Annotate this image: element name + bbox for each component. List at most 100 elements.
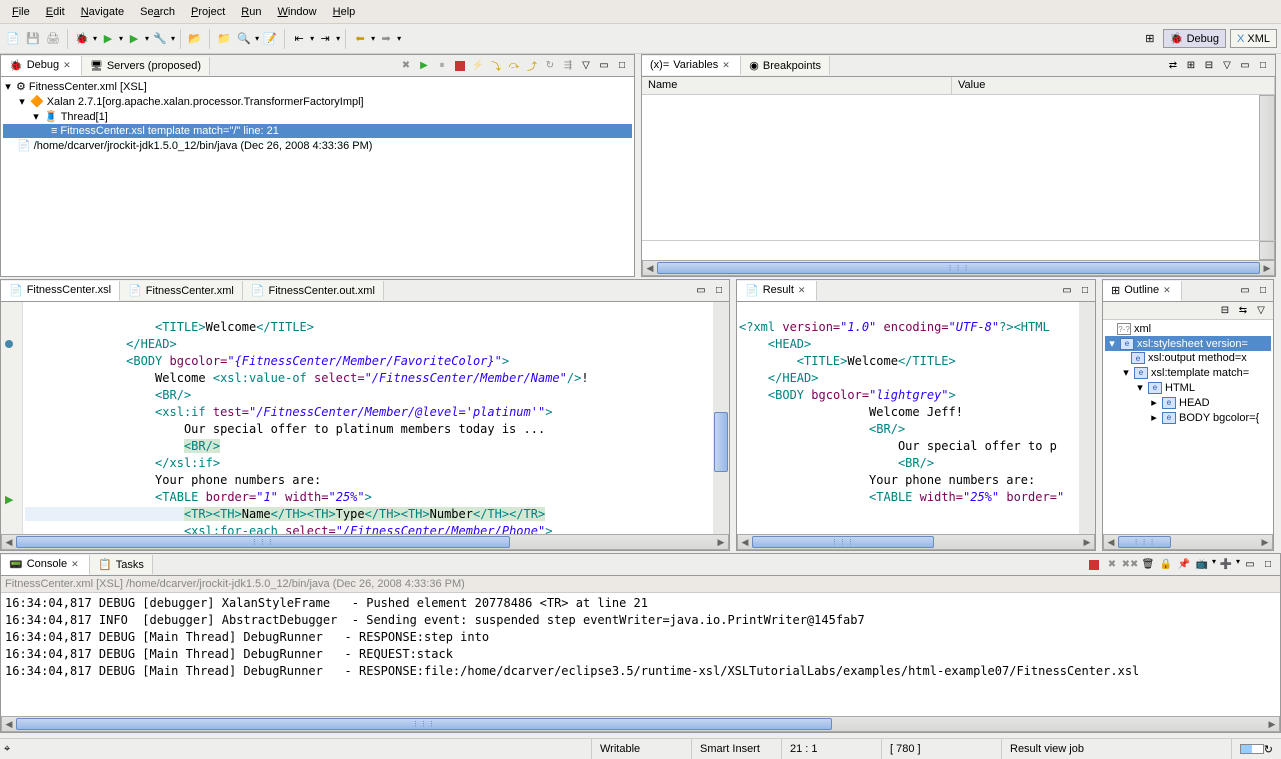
result-content[interactable]: <?xml version="1.0" encoding="UTF-8"?><H… bbox=[737, 302, 1095, 534]
menu-run[interactable]: Run bbox=[233, 2, 269, 22]
scrollbar-horizontal[interactable]: ◀⋮⋮⋮▶ bbox=[1, 534, 729, 550]
collapse-all-button[interactable]: ⊟ bbox=[1201, 58, 1217, 74]
nav-prev-button[interactable]: ⇤ bbox=[290, 30, 308, 48]
drop-frame-button[interactable]: ↻ bbox=[542, 58, 558, 74]
tab-tasks[interactable]: 📋 Tasks bbox=[90, 555, 153, 574]
nav-next-button[interactable]: ⇥ bbox=[316, 30, 334, 48]
scrollbar-vertical[interactable] bbox=[1259, 241, 1275, 260]
scrollbar-horizontal[interactable]: ◀⋮⋮⋮▶ bbox=[737, 534, 1095, 550]
scroll-lock-button[interactable]: 🔒 bbox=[1158, 557, 1174, 573]
resume-button[interactable]: ▶ bbox=[416, 58, 432, 74]
debug-launch-item[interactable]: ▾⚙ FitnessCenter.xml [XSL] bbox=[3, 79, 632, 94]
menu-search[interactable]: Search bbox=[132, 2, 183, 22]
remove-all-button[interactable]: ✖✖ bbox=[1122, 557, 1138, 573]
close-icon[interactable]: ✕ bbox=[63, 60, 73, 70]
remove-terminated-button[interactable]: ✖ bbox=[398, 58, 414, 74]
step-return-button[interactable]: ⤴ bbox=[524, 58, 540, 74]
remove-launch-button[interactable]: ✖ bbox=[1104, 557, 1120, 573]
perspective-debug[interactable]: Debug bbox=[1163, 29, 1226, 48]
close-icon[interactable]: ✕ bbox=[1163, 285, 1173, 295]
disconnect-button[interactable]: ⚡ bbox=[470, 58, 486, 74]
step-into-button[interactable]: ⤵ bbox=[488, 58, 504, 74]
print-button[interactable]: 🖨 bbox=[44, 30, 62, 48]
tab-fitnesscenter-out-xml[interactable]: 📄FitnessCenter.out.xml bbox=[243, 281, 384, 300]
tab-fitnesscenter-xml[interactable]: 📄FitnessCenter.xml bbox=[120, 281, 243, 300]
scrollbar-vertical[interactable] bbox=[1079, 302, 1095, 534]
run-button[interactable]: ▶ bbox=[99, 30, 117, 48]
outline-item-output[interactable]: e xsl:output method=x bbox=[1105, 351, 1271, 365]
close-icon[interactable]: ✕ bbox=[798, 285, 808, 295]
clear-console-button[interactable]: 🗑 bbox=[1140, 557, 1156, 573]
tab-fitnesscenter-xsl[interactable]: 📄FitnessCenter.xsl bbox=[1, 281, 120, 301]
scrollbar-horizontal[interactable]: ◀⋮⋮⋮▶ bbox=[642, 260, 1275, 276]
outline-item-html[interactable]: ▾e HTML bbox=[1105, 380, 1271, 395]
tab-result[interactable]: 📄Result ✕ bbox=[737, 281, 817, 301]
menu-help[interactable]: Help bbox=[325, 2, 364, 22]
outline-item-stylesheet[interactable]: ▾e xsl:stylesheet version= bbox=[1105, 336, 1271, 351]
view-menu-button[interactable]: ▽ bbox=[1219, 58, 1235, 74]
outline-link-button[interactable]: ⇆ bbox=[1235, 303, 1251, 319]
annotate-button[interactable]: 📝 bbox=[261, 30, 279, 48]
scrollbar-vertical[interactable] bbox=[1259, 95, 1275, 244]
code-editor[interactable]: ▶ <TITLE>Welcome</TITLE> </HEAD> <BODY b… bbox=[1, 302, 729, 534]
minimize-button[interactable]: ▭ bbox=[1059, 283, 1075, 299]
menu-window[interactable]: Window bbox=[269, 2, 324, 22]
maximize-button[interactable]: □ bbox=[1255, 58, 1271, 74]
debug-frame-item[interactable]: ≡ FitnessCenter.xsl template match="/" l… bbox=[3, 124, 632, 138]
outline-item-body[interactable]: ▸e BODY bgcolor={ bbox=[1105, 410, 1271, 425]
minimize-button[interactable]: ▭ bbox=[1242, 557, 1258, 573]
debug-process-item[interactable]: ▾🔶 Xalan 2.7.1[org.apache.xalan.processo… bbox=[3, 94, 632, 109]
terminate-button[interactable] bbox=[452, 58, 468, 74]
search-button[interactable]: 🔍 bbox=[235, 30, 253, 48]
minimize-button[interactable]: ▭ bbox=[1237, 58, 1253, 74]
save-button[interactable]: 💾 bbox=[24, 30, 42, 48]
terminate-button[interactable] bbox=[1086, 557, 1102, 573]
scrollbar-horizontal[interactable]: ◀⋮⋮⋮▶ bbox=[1103, 534, 1273, 550]
maximize-button[interactable]: □ bbox=[1255, 283, 1271, 299]
outline-item-xml[interactable]: ?-? xml bbox=[1105, 322, 1271, 336]
outline-collapse-button[interactable]: ⊟ bbox=[1217, 303, 1233, 319]
maximize-button[interactable]: □ bbox=[614, 58, 630, 74]
show-logical-button[interactable]: ⊞ bbox=[1183, 58, 1199, 74]
console-output[interactable]: 16:34:04,817 DEBUG [debugger] XalanStyle… bbox=[1, 593, 1280, 716]
debug-java-process-item[interactable]: 📄 /home/dcarver/jrockit-jdk1.5.0_12/bin/… bbox=[3, 138, 632, 153]
forward-button[interactable]: ➡ bbox=[377, 30, 395, 48]
tab-outline[interactable]: ⊞ Outline ✕ bbox=[1103, 281, 1182, 301]
close-icon[interactable]: ✕ bbox=[722, 60, 732, 70]
perspective-xml[interactable]: X XML bbox=[1230, 29, 1277, 48]
outline-item-head[interactable]: ▸e HEAD bbox=[1105, 395, 1271, 410]
menu-file[interactable]: FFileile bbox=[4, 2, 38, 22]
view-menu-button[interactable]: ▽ bbox=[578, 58, 594, 74]
tab-variables[interactable]: (x)= Variables ✕ bbox=[642, 56, 741, 75]
col-name[interactable]: Name bbox=[642, 77, 952, 94]
close-icon[interactable]: ✕ bbox=[71, 559, 81, 569]
step-filters-button[interactable]: ⇶ bbox=[560, 58, 576, 74]
outline-menu-button[interactable]: ▽ bbox=[1253, 303, 1269, 319]
menu-navigate[interactable]: Navigate bbox=[73, 2, 132, 22]
suspend-button[interactable]: ⏸ bbox=[434, 58, 450, 74]
minimize-button[interactable]: ▭ bbox=[596, 58, 612, 74]
minimize-button[interactable]: ▭ bbox=[693, 283, 709, 299]
open-type-button[interactable]: 📁 bbox=[215, 30, 233, 48]
run-last-button[interactable]: ▶ bbox=[125, 30, 143, 48]
tab-debug[interactable]: Debug ✕ bbox=[1, 56, 82, 76]
status-icon[interactable]: ⌖ bbox=[0, 741, 14, 758]
open-console-button[interactable]: ➕ bbox=[1218, 557, 1234, 573]
status-progress[interactable]: ↻ bbox=[1231, 739, 1281, 759]
scrollbar-horizontal[interactable]: ◀⋮⋮⋮▶ bbox=[1, 716, 1280, 732]
outline-item-template[interactable]: ▾e xsl:template match= bbox=[1105, 365, 1271, 380]
editor-gutter[interactable]: ▶ bbox=[1, 302, 23, 534]
display-selected-button[interactable]: 📺 bbox=[1194, 557, 1210, 573]
new-button[interactable]: 📄 bbox=[4, 30, 22, 48]
pin-console-button[interactable]: 📌 bbox=[1176, 557, 1192, 573]
open-project-button[interactable]: 📂 bbox=[186, 30, 204, 48]
external-tools-button[interactable]: 🔧 bbox=[151, 30, 169, 48]
menu-project[interactable]: Project bbox=[183, 2, 233, 22]
tab-console[interactable]: 📟 Console ✕ bbox=[1, 555, 90, 575]
menu-edit[interactable]: Edit bbox=[38, 2, 73, 22]
maximize-button[interactable]: □ bbox=[711, 283, 727, 299]
breakpoint-marker[interactable] bbox=[5, 340, 13, 348]
show-type-names-button[interactable]: ⇄ bbox=[1165, 58, 1181, 74]
step-over-button[interactable]: ⤼ bbox=[506, 58, 522, 74]
debug-thread-item[interactable]: ▾🧵 Thread[1] bbox=[3, 109, 632, 124]
